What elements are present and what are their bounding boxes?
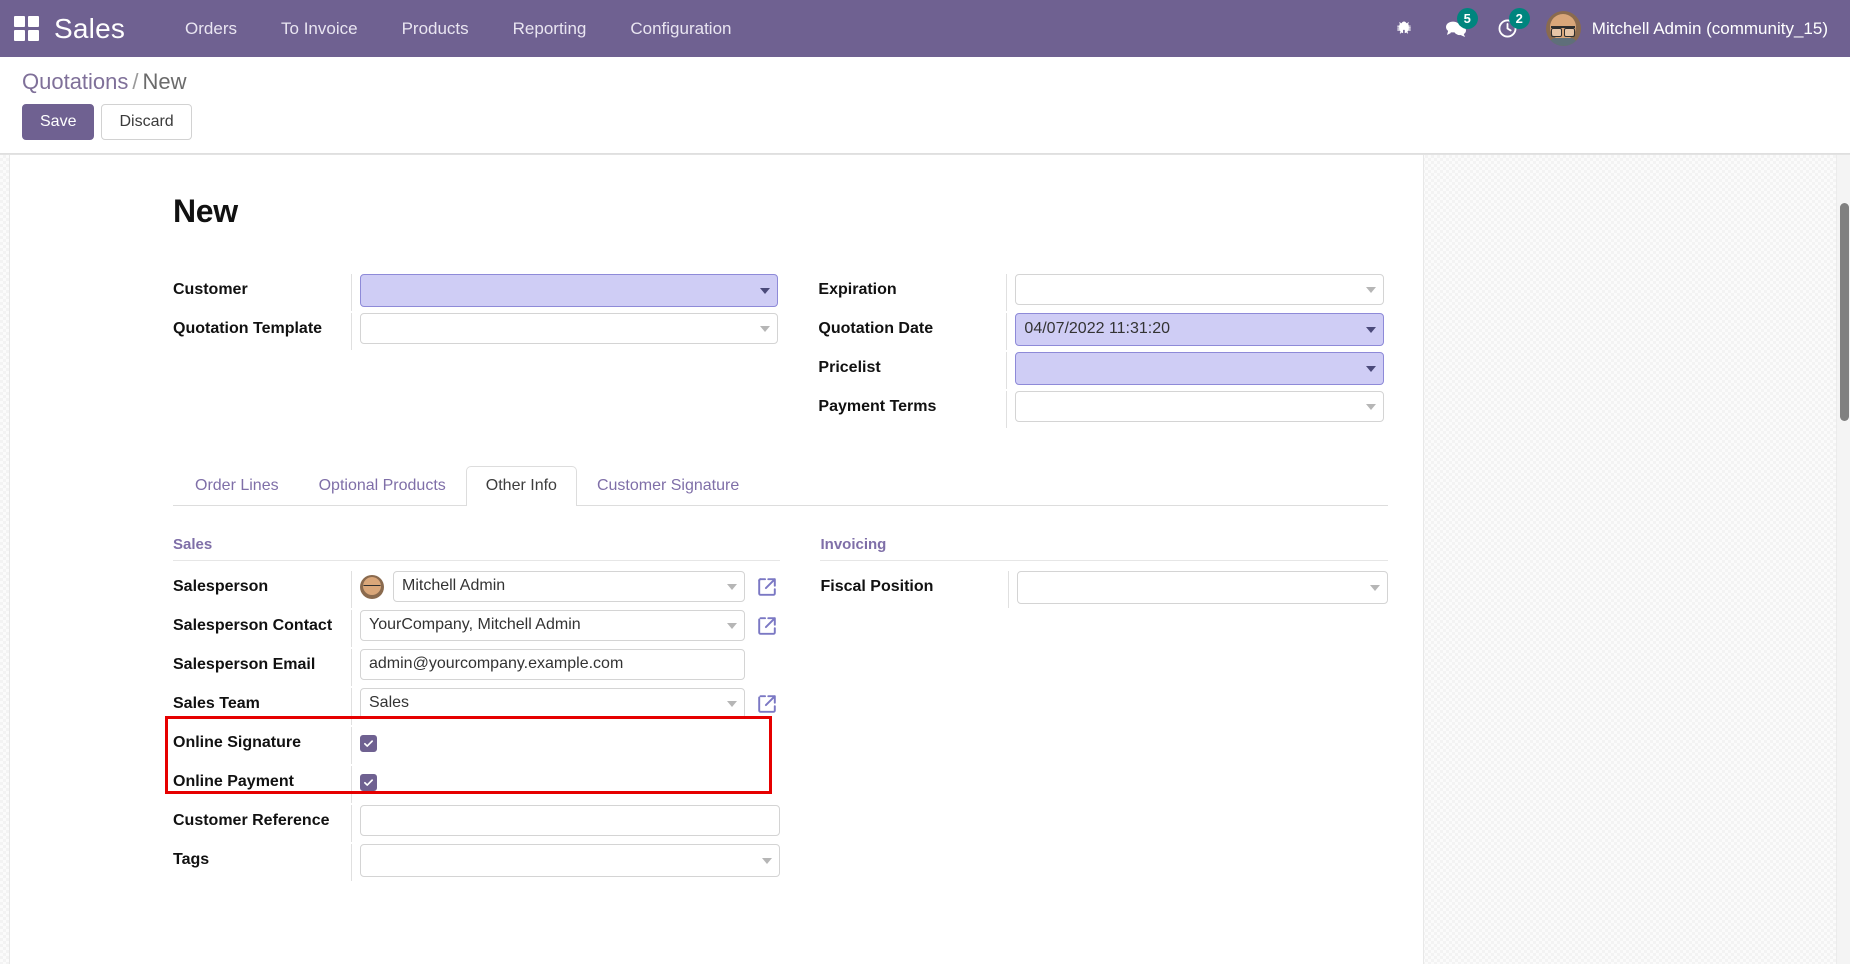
field-row-salesperson-email: Salesperson Email admin@yourcompany.exam… — [173, 649, 780, 686]
breadcrumb-separator: / — [132, 69, 138, 94]
field-row-salesperson: Salesperson Mitchell Admin — [173, 571, 780, 608]
form-group-right: Expiration Quotation Date 04/07/2022 11:… — [778, 274, 1384, 430]
scrollbar-thumb[interactable] — [1840, 203, 1849, 421]
form-sheet: New Customer Quotation Template — [9, 155, 1424, 964]
field-row-customer: Customer — [173, 274, 778, 311]
notebook-tabs: Order Lines Optional Products Other Info… — [173, 466, 1388, 506]
menu-item-to-invoice[interactable]: To Invoice — [259, 11, 380, 47]
field-row-customer-reference: Customer Reference — [173, 805, 780, 842]
quotation-date-input[interactable]: 04/07/2022 11:31:20 — [1015, 313, 1384, 346]
breadcrumb: Quotations/New — [22, 69, 1828, 95]
top-navbar: Sales Orders To Invoice Products Reporti… — [0, 0, 1850, 57]
group-sales: Sales Salesperson Mitchell Admin — [173, 536, 780, 883]
user-name-label: Mitchell Admin (community_15) — [1592, 19, 1828, 39]
quotation-date-label: Quotation Date — [818, 313, 1006, 338]
salesperson-email-input[interactable]: admin@yourcompany.example.com — [360, 649, 745, 680]
sales-team-external-link-icon[interactable] — [754, 691, 780, 717]
salesperson-contact-external-link-icon[interactable] — [754, 613, 780, 639]
menu-item-configuration[interactable]: Configuration — [608, 11, 753, 47]
discard-button[interactable]: Discard — [101, 104, 191, 140]
tab-order-lines[interactable]: Order Lines — [175, 466, 299, 506]
tab-customer-signature[interactable]: Customer Signature — [577, 466, 759, 506]
salesperson-external-link-icon[interactable] — [754, 574, 780, 600]
salesperson-label: Salesperson — [173, 571, 351, 596]
online-payment-label: Online Payment — [173, 766, 351, 791]
form-group-left: Customer Quotation Template — [173, 274, 778, 430]
payment-terms-label: Payment Terms — [818, 391, 1006, 416]
online-signature-checkbox[interactable] — [360, 735, 377, 752]
pricelist-label: Pricelist — [818, 352, 1006, 377]
field-row-fiscal-position: Fiscal Position — [820, 571, 1388, 608]
group-invoicing-title: Invoicing — [820, 536, 1388, 561]
main-menu: Orders To Invoice Products Reporting Con… — [163, 11, 753, 47]
fiscal-position-label: Fiscal Position — [820, 571, 1008, 596]
spacer-icon — [754, 652, 780, 678]
notebook: Order Lines Optional Products Other Info… — [173, 466, 1388, 883]
main-form-groups: Customer Quotation Template — [173, 274, 1384, 430]
group-invoicing: Invoicing Fiscal Position — [780, 536, 1388, 883]
apps-grid-icon[interactable] — [14, 16, 40, 42]
field-row-sales-team: Sales Team Sales — [173, 688, 780, 725]
control-panel: Quotations/New Save Discard — [0, 57, 1850, 154]
quotation-template-input[interactable] — [360, 313, 778, 344]
field-row-payment-terms: Payment Terms — [818, 391, 1384, 428]
field-row-expiration: Expiration — [818, 274, 1384, 311]
customer-input[interactable] — [360, 274, 778, 307]
field-row-quotation-template: Quotation Template — [173, 313, 778, 350]
bug-icon[interactable] — [1378, 9, 1430, 49]
vertical-scrollbar[interactable] — [1836, 155, 1850, 964]
breadcrumb-item-quotations[interactable]: Quotations — [22, 69, 128, 94]
online-signature-label: Online Signature — [173, 727, 351, 752]
pricelist-input[interactable] — [1015, 352, 1384, 385]
tab-pane-other-info: Sales Salesperson Mitchell Admin — [173, 506, 1388, 883]
activities-clock-icon[interactable]: 2 — [1482, 9, 1534, 49]
user-menu[interactable]: Mitchell Admin (community_15) — [1546, 11, 1828, 46]
menu-item-products[interactable]: Products — [380, 11, 491, 47]
messages-icon[interactable]: 5 — [1430, 9, 1482, 49]
customer-label: Customer — [173, 274, 351, 299]
form-view-container: New Customer Quotation Template — [0, 154, 1850, 964]
salesperson-email-label: Salesperson Email — [173, 649, 351, 674]
tags-input[interactable] — [360, 844, 780, 877]
record-action-buttons: Save Discard — [22, 104, 1828, 140]
salesperson-contact-label: Salesperson Contact — [173, 610, 351, 635]
customer-reference-label: Customer Reference — [173, 805, 351, 830]
field-row-pricelist: Pricelist — [818, 352, 1384, 389]
expiration-label: Expiration — [818, 274, 1006, 299]
activities-counter-badge: 2 — [1509, 8, 1530, 29]
field-row-online-signature: Online Signature — [173, 727, 780, 764]
expiration-input[interactable] — [1015, 274, 1384, 305]
messages-counter-badge: 5 — [1457, 8, 1478, 29]
salesperson-contact-input[interactable]: YourCompany, Mitchell Admin — [360, 610, 745, 641]
tags-label: Tags — [173, 844, 351, 869]
page-title: New — [173, 193, 1384, 230]
field-row-quotation-date: Quotation Date 04/07/2022 11:31:20 — [818, 313, 1384, 350]
breadcrumb-item-current: New — [143, 69, 187, 94]
menu-item-orders[interactable]: Orders — [163, 11, 259, 47]
tab-optional-products[interactable]: Optional Products — [299, 466, 466, 506]
salesperson-avatar — [360, 575, 384, 599]
field-row-online-payment: Online Payment — [173, 766, 780, 803]
navbar-systray: 5 2 Mitchell Admin (community_15) — [1378, 9, 1828, 49]
quotation-template-label: Quotation Template — [173, 313, 351, 338]
field-row-tags: Tags — [173, 844, 780, 881]
sales-team-label: Sales Team — [173, 688, 351, 713]
online-payment-checkbox[interactable] — [360, 774, 377, 791]
avatar — [1546, 11, 1581, 46]
salesperson-input[interactable]: Mitchell Admin — [393, 571, 745, 602]
tab-other-info[interactable]: Other Info — [466, 466, 577, 506]
group-sales-title: Sales — [173, 536, 780, 561]
save-button[interactable]: Save — [22, 104, 94, 140]
field-row-salesperson-contact: Salesperson Contact YourCompany, Mitchel… — [173, 610, 780, 647]
payment-terms-input[interactable] — [1015, 391, 1384, 422]
sales-team-input[interactable]: Sales — [360, 688, 745, 719]
app-brand-title[interactable]: Sales — [54, 13, 125, 45]
customer-reference-input[interactable] — [360, 805, 780, 836]
fiscal-position-input[interactable] — [1017, 571, 1388, 604]
menu-item-reporting[interactable]: Reporting — [491, 11, 609, 47]
